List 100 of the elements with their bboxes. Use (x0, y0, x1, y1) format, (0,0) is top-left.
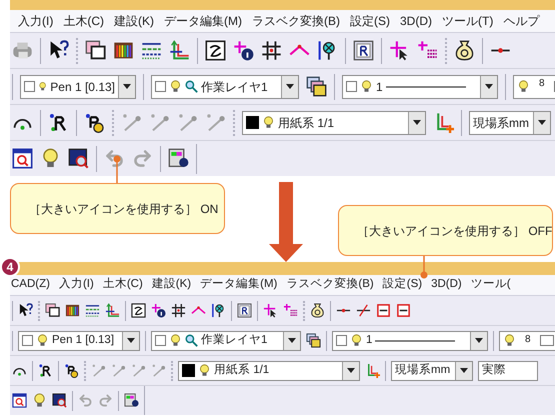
grid-icon[interactable] (261, 40, 282, 61)
bag-icon[interactable] (454, 40, 475, 61)
grid-icon[interactable] (171, 303, 186, 318)
dropdown-arrow-button[interactable] (455, 362, 472, 380)
dropdown-arrow-button[interactable] (480, 76, 497, 98)
plus-cursor-icon[interactable] (263, 303, 278, 318)
info-panel-icon[interactable] (124, 393, 139, 408)
menu-item[interactable]: 設定(S) (382, 276, 422, 294)
menu-item[interactable]: データ編集(M) (200, 276, 278, 294)
zoom-screen-icon[interactable] (52, 393, 67, 408)
menu-item[interactable]: 建設(K) (114, 12, 154, 30)
plus-cursor-icon[interactable] (389, 40, 410, 61)
checkbox[interactable] (24, 81, 35, 92)
dropdown[interactable]: Pen 1 [0.13] (18, 330, 140, 350)
bulb-icon[interactable] (262, 116, 275, 129)
dropdown[interactable]: Pen 1 [0.13] (20, 74, 136, 98)
pencils-icon[interactable] (65, 303, 80, 318)
plus-list-icon[interactable] (417, 40, 438, 61)
dropdown-arrow-button[interactable] (281, 76, 298, 98)
menu-item[interactable]: ラスベク変換(B) (286, 276, 374, 294)
bulb-icon[interactable] (32, 393, 47, 408)
dropdown[interactable]: 1 (332, 330, 488, 350)
point-gear-icon[interactable] (64, 363, 79, 378)
menu-item[interactable]: 設定(S) (350, 12, 390, 30)
dropdown-arrow-button[interactable] (408, 112, 425, 134)
undo-icon[interactable] (104, 148, 125, 169)
axes-icon[interactable] (105, 303, 120, 318)
point-figure-icon[interactable] (48, 112, 69, 133)
framed-box-icon[interactable] (353, 40, 374, 61)
dropdown-arrow-button[interactable] (342, 362, 359, 380)
text-box-icon[interactable] (205, 40, 226, 61)
menu-item[interactable]: ツール( (470, 276, 511, 294)
plus-info-icon[interactable] (233, 40, 254, 61)
bulb-icon[interactable] (169, 80, 182, 93)
checkbox[interactable] (346, 81, 357, 92)
info-panel-icon[interactable] (168, 148, 189, 169)
menu-item[interactable]: データ編集(M) (164, 12, 242, 30)
menu-item[interactable]: 3D(D) (400, 12, 432, 30)
bulb-icon[interactable] (198, 364, 211, 377)
zoom-window-icon[interactable] (12, 393, 27, 408)
dropdown[interactable]: 実際 (478, 360, 538, 380)
zoom-screen-icon[interactable] (68, 148, 89, 169)
point-figure-icon[interactable] (38, 363, 53, 378)
axes-plus-icon[interactable] (365, 363, 380, 378)
dropdown[interactable]: 8 (513, 74, 555, 98)
menu-item[interactable]: ラスベク変換(B) (252, 12, 340, 30)
menu-item[interactable]: ツール(T) (442, 12, 494, 30)
framed-box-icon[interactable] (237, 303, 252, 318)
axes-icon[interactable] (169, 40, 190, 61)
dropdown-arrow-button[interactable] (283, 332, 300, 350)
windows-icon[interactable] (45, 303, 60, 318)
menu-item[interactable]: 土木(C) (63, 12, 104, 30)
pin-icon[interactable] (211, 303, 226, 318)
bulb-icon[interactable] (350, 334, 363, 347)
bulb-icon[interactable] (38, 80, 48, 93)
menu-item[interactable]: 土木(C) (102, 276, 143, 294)
dropdown-arrow-button[interactable] (470, 332, 487, 350)
cursor-question-icon[interactable] (18, 303, 33, 318)
point-gear-icon[interactable] (84, 112, 105, 133)
layers-icon[interactable] (306, 333, 321, 348)
dropdown-arrow-button[interactable] (122, 332, 139, 350)
checkbox[interactable] (336, 335, 347, 346)
menu-item[interactable]: 入力(I) (18, 12, 54, 30)
dropdown[interactable]: 作業レイヤ1 (151, 74, 299, 98)
line-slash-icon[interactable] (356, 303, 371, 318)
checkbox[interactable] (155, 81, 166, 92)
menu-item[interactable]: 3D(D) (431, 276, 462, 294)
text-box-icon[interactable] (131, 303, 146, 318)
line-types-icon[interactable] (141, 40, 162, 61)
plus-info-icon[interactable] (151, 303, 166, 318)
bag-icon[interactable] (310, 303, 325, 318)
menu-item[interactable]: ヘルプ (503, 12, 540, 30)
layers-icon[interactable] (306, 76, 327, 97)
caret-icon (460, 368, 468, 373)
bulb-icon[interactable] (517, 80, 530, 93)
dropdown-arrow-button[interactable] (533, 112, 550, 134)
menu-item[interactable]: CAD(Z) (11, 276, 50, 294)
bulb-icon[interactable] (360, 80, 373, 93)
dropdown[interactable]: 用紙系 1/1 (242, 110, 426, 134)
dropdown[interactable]: 8 (499, 330, 555, 350)
menu-item[interactable]: 建設(K) (152, 276, 192, 294)
windows-icon[interactable] (85, 40, 106, 61)
checkbox[interactable] (22, 335, 33, 346)
dropdown-arrow-button[interactable] (118, 76, 135, 98)
checkbox[interactable] (155, 335, 166, 346)
plus-list-icon[interactable] (283, 303, 298, 318)
pencils-icon[interactable] (113, 40, 134, 61)
bulb-icon[interactable] (169, 334, 182, 347)
dropdown[interactable]: 現場系mm (391, 360, 473, 380)
dropdown-value: 実際 (482, 362, 506, 378)
dropdown[interactable]: 用紙系 1/1 (178, 360, 360, 380)
zoom-window-icon[interactable] (12, 148, 33, 169)
dropdown[interactable]: 作業レイヤ1 (151, 330, 301, 350)
dropdown[interactable]: 1 (342, 74, 498, 98)
bulb-icon[interactable] (503, 334, 516, 347)
line-types-icon[interactable] (85, 303, 100, 318)
menu-item[interactable]: 入力(I) (58, 276, 94, 294)
cursor-question-icon[interactable] (48, 40, 69, 61)
bulb-icon[interactable] (36, 334, 49, 347)
dropdown[interactable]: 現場系mm (469, 110, 551, 134)
